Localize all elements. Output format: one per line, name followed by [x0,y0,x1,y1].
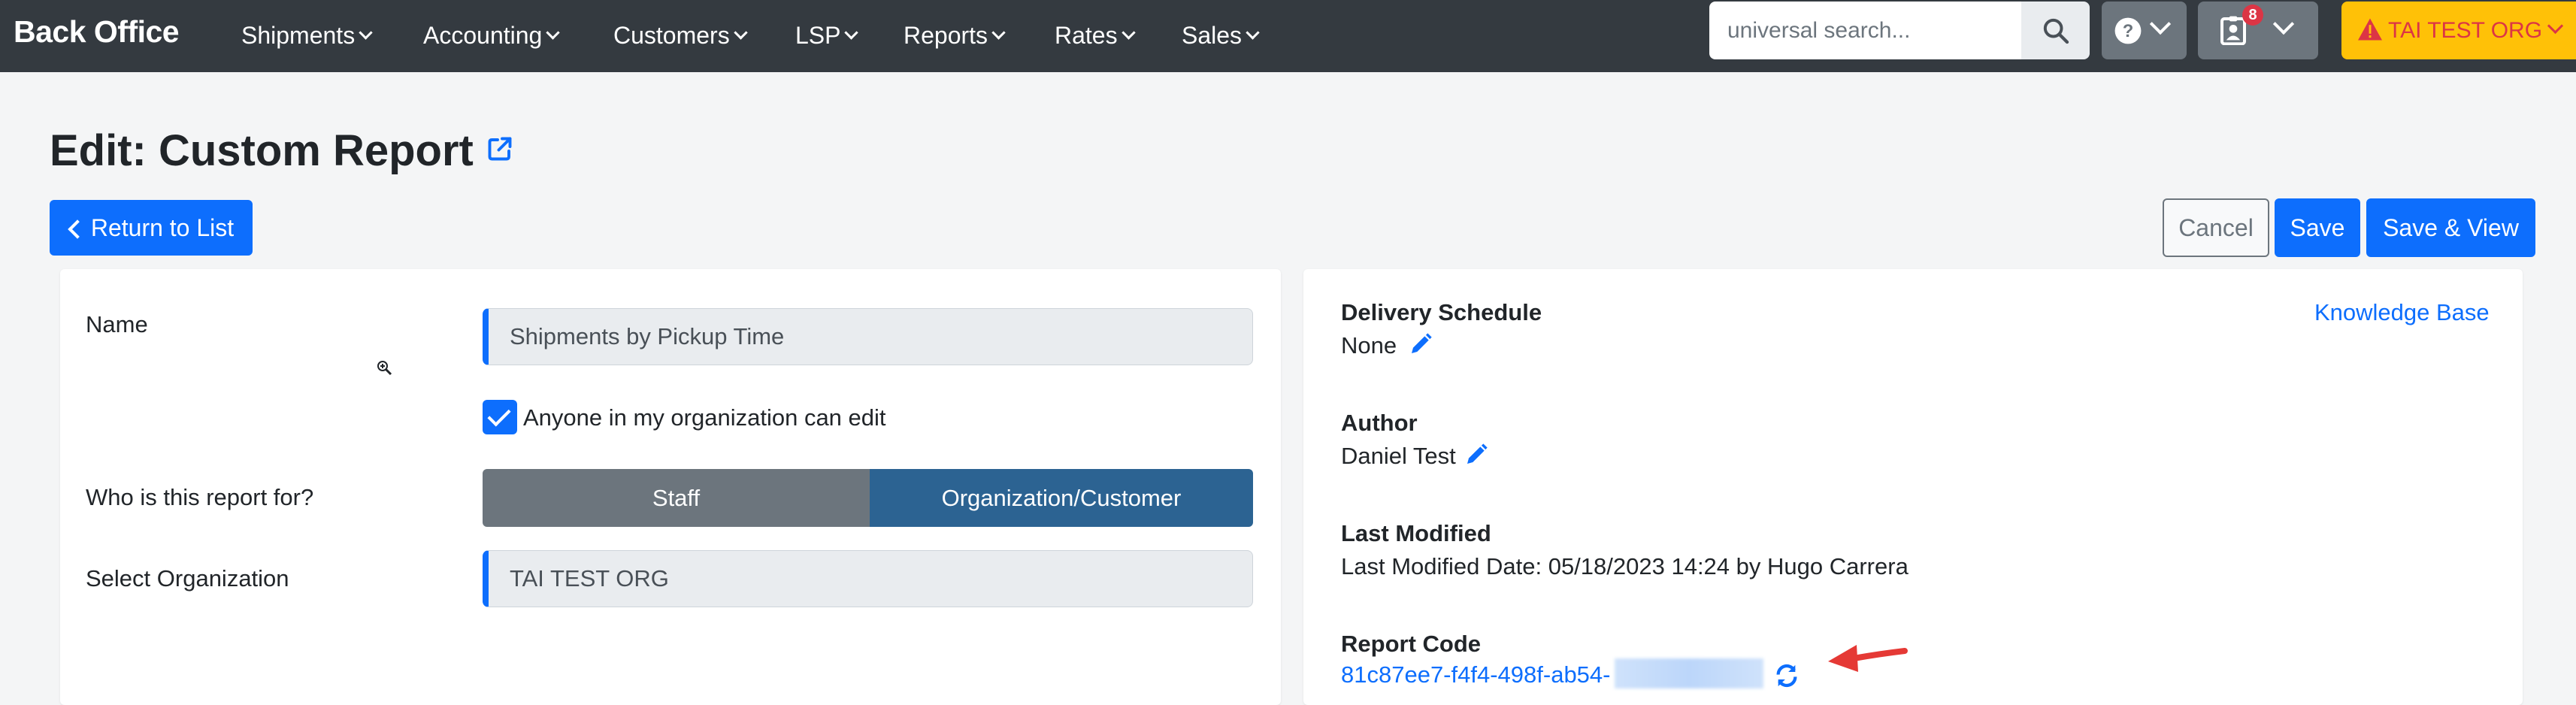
chevron-down-icon [1121,26,1136,40]
author-heading: Author [1341,410,1418,436]
chevron-down-icon [734,26,748,40]
nav-label: Reports [904,22,988,49]
select-organization-label: Select Organization [86,565,289,592]
anyone-can-edit-checkbox[interactable] [483,400,517,434]
last-modified-heading: Last Modified [1341,520,1491,546]
nav-lsp[interactable]: LSP [795,17,859,54]
edit-author-pencil-icon[interactable] [1464,443,1488,467]
audience-option-staff[interactable]: Staff [483,469,870,527]
user-badge-icon [2220,16,2246,45]
app-brand[interactable]: Back Office [14,9,180,54]
redacted-code-segment [1615,658,1763,688]
nav-accounting[interactable]: Accounting [423,17,561,54]
chevron-down-icon [1246,26,1260,40]
nav-customers[interactable]: Customers [613,17,748,54]
external-link-icon[interactable] [486,135,513,162]
nav-shipments[interactable]: Shipments [241,17,373,54]
page-title: Edit: Custom Report [50,126,474,175]
delivery-schedule-value: None [1341,332,1397,359]
last-modified-value: Last Modified Date: 05/18/2023 14:24 by … [1341,553,1909,579]
edit-delivery-pencil-icon[interactable] [1409,332,1433,356]
search-input[interactable]: universal search... [1709,2,2021,59]
warning-triangle-icon [2358,18,2382,41]
cancel-button[interactable]: Cancel [2163,198,2269,257]
nav-reports[interactable]: Reports [904,17,1006,54]
report-name-field[interactable]: Shipments by Pickup Time [483,308,1253,365]
report-code-heading: Report Code [1341,631,1481,657]
author-value: Daniel Test [1341,443,1456,469]
nav-label: Rates [1055,22,1118,49]
nav-sales[interactable]: Sales [1182,17,1260,54]
chevron-down-icon [991,26,1006,40]
nav-rates[interactable]: Rates [1055,17,1136,54]
chevron-down-icon [2272,13,2295,35]
chevron-left-icon [68,219,87,239]
organization-name: TAI TEST ORG [2388,18,2543,43]
search-icon [2043,18,2069,44]
report-code-link[interactable]: 81c87ee7-f4f4-498f-ab54- [1341,661,1610,688]
chevron-down-icon [546,26,561,40]
return-to-list-label: Return to List [90,214,235,241]
chevron-down-icon [844,26,859,40]
chevron-down-icon [359,26,373,40]
chevron-down-icon [2149,13,2172,35]
notification-count-badge: 8 [2242,5,2263,26]
return-to-list-button[interactable]: Return to List [50,200,253,256]
nav-label: Shipments [241,22,356,49]
organization-select-field[interactable]: TAI TEST ORG [483,550,1253,607]
anyone-can-edit-label[interactable]: Anyone in my organization can edit [523,404,886,431]
nav-label: Accounting [423,22,543,49]
chevron-down-icon [2547,17,2564,35]
save-and-view-button[interactable]: Save & View [2366,198,2535,257]
name-label: Name [86,311,148,337]
top-navbar: Back Office Shipments Accounting Custome… [0,0,2576,72]
audience-label: Who is this report for? [86,484,314,510]
red-arrow-annotation-icon [1828,645,1908,672]
search-button[interactable] [2021,2,2090,59]
report-details-card [1303,269,2523,705]
zoom-cursor-icon [377,361,392,376]
delivery-schedule-heading: Delivery Schedule [1341,299,1542,325]
save-button[interactable]: Save [2275,198,2360,257]
knowledge-base-link[interactable]: Knowledge Base [2314,299,2490,326]
nav-label: Sales [1182,22,1243,49]
nav-label: LSP [795,22,841,49]
svg-text:?: ? [2123,21,2134,41]
audience-option-organization[interactable]: Organization/Customer [870,469,1253,527]
refresh-icon[interactable] [1774,663,1800,688]
nav-label: Customers [613,22,730,49]
help-menu-button[interactable]: ? [2102,2,2187,59]
organization-menu-button[interactable]: TAI TEST ORG [2341,2,2576,59]
question-circle-icon: ? [2114,17,2142,44]
